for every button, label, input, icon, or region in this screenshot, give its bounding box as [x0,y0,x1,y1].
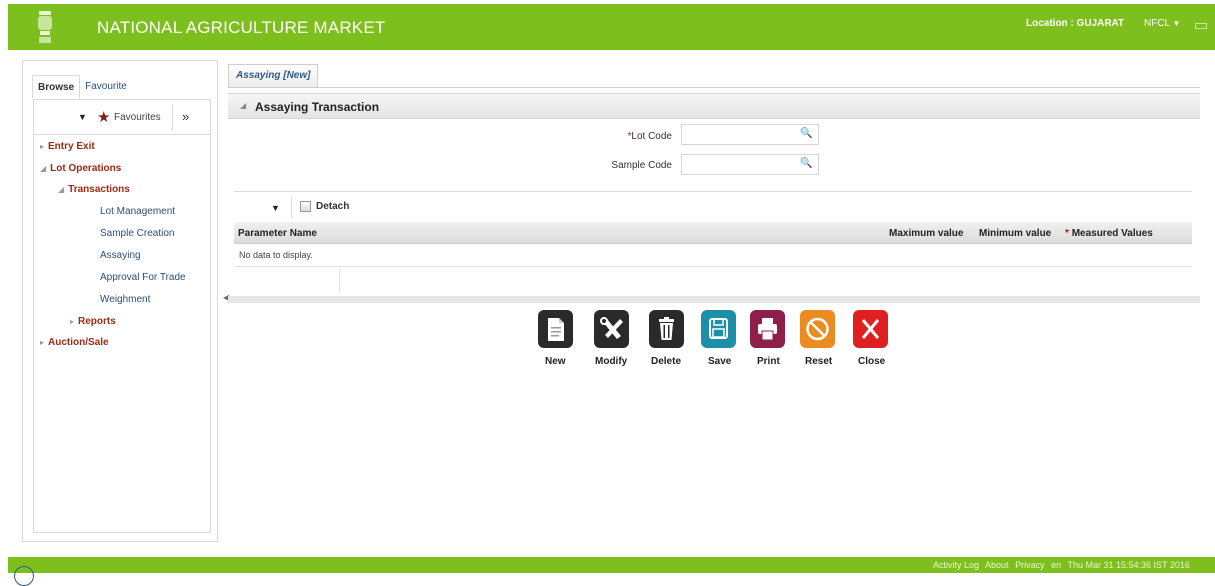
tree-item-label: Entry Exit [48,141,95,152]
tree-item-transactions[interactable]: ◢ Transactions [58,184,130,195]
column-header-label: Measured Values [1071,228,1153,239]
tree-item-lot-management[interactable]: Lot Management [100,206,175,217]
collapsed-arrow-icon: ▸ [70,317,75,326]
about-link[interactable]: About [985,560,1009,570]
new-button[interactable] [538,310,574,348]
table-header: Parameter Name Maximum value Minimum val… [234,222,1192,244]
tab-browse[interactable]: Browse [32,75,81,99]
collapsed-arrow-icon: ▸ [40,142,45,151]
divider [228,87,1200,88]
tree-item-approval-for-trade[interactable]: Approval For Trade [100,272,186,283]
print-button-label[interactable]: Print [757,356,780,367]
divider [339,268,340,293]
favourites-button[interactable]: Favourites [114,112,161,123]
tree-item-weighment[interactable]: Weighment [100,294,150,305]
tree-item-label: Auction/Sale [48,337,109,348]
tab-assaying-new[interactable]: Assaying [New] [228,64,319,88]
expanded-arrow-icon: ◢ [58,185,65,194]
printer-icon [750,310,785,348]
app-header: NATIONAL AGRICULTURE MARKET Location : G… [8,4,1215,50]
app-title: NATIONAL AGRICULTURE MARKET [97,18,386,37]
column-header-measured-values[interactable]: * Measured Values [1065,228,1153,239]
user-menu[interactable]: NFCL ▼ [1144,18,1180,29]
divider [291,196,292,218]
privacy-link[interactable]: Privacy [1015,560,1045,570]
language-selector[interactable]: en [1051,560,1061,570]
activity-log-link[interactable]: Activity Log [933,560,979,570]
expanded-arrow-icon: ◢ [40,164,47,173]
modify-button[interactable] [594,310,630,348]
column-header-minimum-value[interactable]: Minimum value [979,228,1051,239]
tools-icon [594,310,629,348]
collapsed-arrow-icon: ▸ [40,338,45,347]
detach-icon[interactable] [300,201,311,212]
star-icon: ★ [97,109,111,126]
column-header-parameter-name[interactable]: Parameter Name [238,228,317,239]
left-nav-panel: Browse Favourite ▼ ★ Favourites » ▸ Entry … [22,60,218,542]
expand-panel-icon[interactable]: » [182,109,189,124]
tree-item-label: Lot Operations [50,163,122,174]
chevron-down-icon: ▼ [1172,19,1181,28]
lot-code-label-text: Lot Code [631,131,672,142]
divider [234,191,1192,192]
tab-favourite[interactable]: Favourite [80,75,132,99]
tree-item-entry-exit[interactable]: ▸ Entry Exit [40,141,95,152]
horizontal-scrollbar[interactable] [228,296,1200,303]
no-entry-icon [800,310,835,348]
national-emblem-icon [38,11,52,43]
tree-item-label: Transactions [68,184,130,195]
sample-code-label: Sample Code [611,160,672,171]
detach-button[interactable]: Detach [316,201,349,212]
modify-button-label[interactable]: Modify [595,356,627,367]
view-menu-dropdown[interactable]: ▼ [271,203,280,213]
user-name: NFCL [1144,18,1170,29]
expanded-arrow-icon: ◢ [240,101,247,110]
nav-tree-container: ▼ ★ Favourites » ▸ Entry Exit ◢ Lot Operat… [33,99,211,533]
reset-button[interactable] [800,310,836,348]
window-icon[interactable] [1195,23,1207,29]
search-icon[interactable]: 🔍 [800,158,812,169]
close-button-label[interactable]: Close [858,356,885,367]
print-button[interactable] [750,310,786,348]
section-header[interactable]: ◢ Assaying Transaction [228,93,1200,119]
column-header-maximum-value[interactable]: Maximum value [889,228,963,239]
close-button[interactable] [853,310,889,348]
tree-item-reports[interactable]: ▸ Reports [70,316,116,327]
server-timestamp: Thu Mar 31 15:54:36 IST 2016 [1067,560,1190,570]
floppy-icon [701,310,736,348]
save-button[interactable] [701,310,737,348]
table-body: No data to display. [234,244,1192,267]
location-label: Location : GUJARAT [1026,18,1125,29]
left-nav-tabs: Browse Favourite [32,75,132,99]
tree-item-label: Reports [78,316,116,327]
sample-code-input[interactable] [681,154,819,175]
divider [172,104,173,130]
footer-links: Activity Log About Privacy en Thu Mar 31… [933,560,1194,570]
x-icon [853,310,888,348]
search-icon[interactable]: 🔍 [800,128,812,139]
delete-button[interactable] [649,310,685,348]
footer-logo-icon [14,566,34,586]
reset-button-label[interactable]: Reset [805,356,832,367]
save-button-label[interactable]: Save [708,356,731,367]
lot-code-input[interactable] [681,124,819,145]
tree-item-auction-sale[interactable]: ▸ Auction/Sale [40,337,109,348]
lot-code-label: *Lot Code [552,131,673,142]
tree-item-assaying[interactable]: Assaying [100,250,141,261]
dropdown-arrow-icon[interactable]: ▼ [78,112,87,122]
empty-table-message: No data to display. [239,250,313,260]
section-title: Assaying Transaction [255,100,380,114]
trash-icon [649,310,684,348]
required-marker: * [1065,228,1069,239]
delete-button-label[interactable]: Delete [651,356,681,367]
tree-item-sample-creation[interactable]: Sample Creation [100,228,174,239]
new-button-label[interactable]: New [545,356,566,367]
favourites-toolbar: ▼ ★ Favourites » [34,100,210,135]
document-icon [538,310,573,348]
tree-item-lot-operations[interactable]: ◢ Lot Operations [40,163,121,174]
app-footer: Activity Log About Privacy en Thu Mar 31… [8,557,1215,573]
